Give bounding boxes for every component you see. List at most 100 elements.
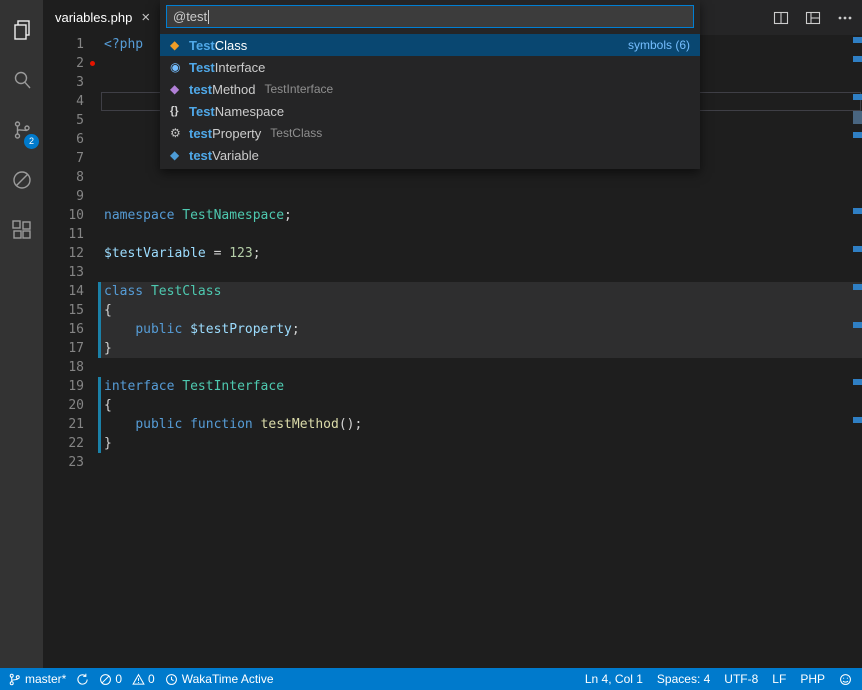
code-line[interactable]: 23 xyxy=(43,453,862,472)
more-actions-button[interactable] xyxy=(834,7,856,29)
code-line[interactable]: 10namespace TestNamespace; xyxy=(43,206,862,225)
line-number: 4 xyxy=(43,92,84,111)
code-line[interactable]: 19interface TestInterface xyxy=(43,377,862,396)
code-line[interactable]: 20{ xyxy=(43,396,862,415)
line-number: 17 xyxy=(43,339,84,358)
code-line[interactable]: 14class TestClass xyxy=(43,282,862,301)
close-icon[interactable]: × xyxy=(141,10,150,25)
code-line[interactable]: 9 xyxy=(43,187,862,206)
quick-open-item[interactable]: ◉TestInterface xyxy=(160,56,700,78)
split-editor-button[interactable] xyxy=(770,7,792,29)
sidebar-item-source-control[interactable]: 2 xyxy=(0,105,43,155)
line-number: 20 xyxy=(43,396,84,415)
error-marker xyxy=(90,61,95,66)
symbol-label: TestInterface xyxy=(189,60,265,75)
git-branch-indicator[interactable]: master* xyxy=(8,668,66,690)
error-icon xyxy=(99,673,112,686)
cursor-position[interactable]: Ln 4, Col 1 xyxy=(585,668,643,690)
quick-open-item[interactable]: ◆testMethodTestInterface xyxy=(160,78,700,100)
tab-label: variables.php xyxy=(55,10,132,25)
symbol-detail: TestInterface xyxy=(265,82,334,96)
code-line[interactable]: 22} xyxy=(43,434,862,453)
sidebar-item-extensions[interactable] xyxy=(0,205,43,255)
feedback-button[interactable] xyxy=(839,668,852,690)
sidebar-item-search[interactable] xyxy=(0,55,43,105)
line-number: 2 xyxy=(43,54,84,73)
wakatime-status[interactable]: WakaTime Active xyxy=(165,668,274,690)
overview-mark xyxy=(853,379,862,385)
code-line[interactable]: 13 xyxy=(43,263,862,282)
encoding-label: UTF-8 xyxy=(724,672,758,686)
code-text: class TestClass xyxy=(84,282,221,301)
toggle-layout-icon xyxy=(805,10,821,26)
line-number: 13 xyxy=(43,263,84,282)
line-number: 10 xyxy=(43,206,84,225)
text-cursor xyxy=(208,10,209,24)
symbol-label: testProperty xyxy=(189,126,261,141)
line-number: 14 xyxy=(43,282,84,301)
language-label: PHP xyxy=(800,672,825,686)
ellipsis-icon xyxy=(837,10,853,26)
line-number: 18 xyxy=(43,358,84,377)
line-number: 9 xyxy=(43,187,84,206)
quick-open-item[interactable]: ◆TestClasssymbols (6) xyxy=(160,34,700,56)
overview-mark-light xyxy=(853,111,862,124)
line-number: 22 xyxy=(43,434,84,453)
quick-open-item[interactable]: ⚙testPropertyTestClass xyxy=(160,122,700,144)
overview-mark xyxy=(853,246,862,252)
code-text: public function testMethod(); xyxy=(84,415,362,434)
line-number: 3 xyxy=(43,73,84,92)
tab-variables-php[interactable]: variables.php × xyxy=(43,0,162,35)
quick-open-item[interactable]: ◆testVariable xyxy=(160,144,700,166)
encoding-indicator[interactable]: UTF-8 xyxy=(724,668,758,690)
code-line[interactable]: 15{ xyxy=(43,301,862,320)
feedback-smiley-icon xyxy=(839,673,852,686)
split-editor-icon xyxy=(773,10,789,26)
code-line[interactable]: 11 xyxy=(43,225,862,244)
overview-mark xyxy=(853,284,862,290)
extensions-icon xyxy=(10,218,34,242)
source-control-badge: 2 xyxy=(24,134,39,149)
namespace-icon: {} xyxy=(170,105,189,117)
indentation-indicator[interactable]: Spaces: 4 xyxy=(657,668,710,690)
code-line[interactable]: 17} xyxy=(43,339,862,358)
code-text: public $testProperty; xyxy=(84,320,300,339)
symbol-label: testVariable xyxy=(189,148,259,163)
code-line[interactable]: 12$testVariable = 123; xyxy=(43,244,862,263)
sidebar-item-explorer[interactable] xyxy=(0,5,43,55)
sync-button[interactable] xyxy=(76,668,89,690)
code-line[interactable]: 16 public $testProperty; xyxy=(43,320,862,339)
line-number: 5 xyxy=(43,111,84,130)
code-line[interactable]: 8 xyxy=(43,168,862,187)
sync-icon xyxy=(76,673,89,686)
line-number: 8 xyxy=(43,168,84,187)
files-icon xyxy=(10,18,34,42)
problems-indicator[interactable]: 0 0 xyxy=(99,668,154,690)
quick-open-input-value: @test xyxy=(173,9,207,24)
toggle-layout-button[interactable] xyxy=(802,7,824,29)
quick-open-input[interactable]: @test xyxy=(166,5,694,28)
code-line[interactable]: 18 xyxy=(43,358,862,377)
code-text: $testVariable = 123; xyxy=(84,244,261,263)
git-branch-icon xyxy=(8,673,21,686)
line-number: 6 xyxy=(43,130,84,149)
status-bar-left: master* 0 xyxy=(0,668,274,690)
overview-mark xyxy=(853,417,862,423)
overview-mark xyxy=(853,322,862,328)
activity-bar: 2 xyxy=(0,0,43,668)
overview-ruler[interactable] xyxy=(853,35,862,668)
variable-icon: ◆ xyxy=(170,148,189,162)
warnings-group: 0 xyxy=(132,672,155,686)
code-text: { xyxy=(84,301,112,320)
quick-open-item[interactable]: {}TestNamespace xyxy=(160,100,700,122)
code-text: } xyxy=(84,339,112,358)
eol-indicator[interactable]: LF xyxy=(772,668,786,690)
language-mode-indicator[interactable]: PHP xyxy=(800,668,825,690)
line-number: 7 xyxy=(43,149,84,168)
line-number: 23 xyxy=(43,453,84,472)
debug-icon xyxy=(10,168,34,192)
sidebar-item-debug[interactable] xyxy=(0,155,43,205)
symbol-detail: TestClass xyxy=(270,126,322,140)
line-number: 21 xyxy=(43,415,84,434)
code-line[interactable]: 21 public function testMethod(); xyxy=(43,415,862,434)
